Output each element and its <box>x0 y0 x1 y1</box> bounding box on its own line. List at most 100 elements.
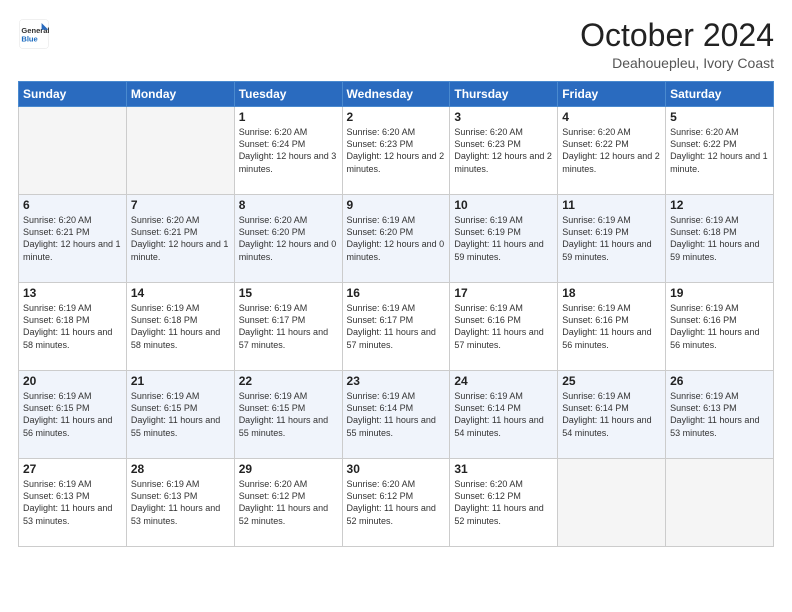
day-number: 9 <box>347 198 446 212</box>
day-number: 6 <box>23 198 122 212</box>
day-number: 11 <box>562 198 661 212</box>
cell-text: Sunrise: 6:19 AM Sunset: 6:15 PM Dayligh… <box>131 390 230 439</box>
weekday-header-friday: Friday <box>558 82 666 107</box>
calendar-cell: 5 Sunrise: 6:20 AM Sunset: 6:22 PM Daylig… <box>666 107 774 195</box>
calendar-cell: 31 Sunrise: 6:20 AM Sunset: 6:12 PM Dayli… <box>450 459 558 547</box>
calendar: SundayMondayTuesdayWednesdayThursdayFrid… <box>18 81 774 547</box>
calendar-cell: 1Sunrise: 6:20 AM Sunset: 6:24 PM Daylig… <box>234 107 342 195</box>
calendar-cell: 28 Sunrise: 6:19 AM Sunset: 6:13 PM Dayli… <box>126 459 234 547</box>
weekday-header-thursday: Thursday <box>450 82 558 107</box>
calendar-cell: 9 Sunrise: 6:19 AM Sunset: 6:20 PM Daylig… <box>342 195 450 283</box>
calendar-cell: 19 Sunrise: 6:19 AM Sunset: 6:16 PM Dayli… <box>666 283 774 371</box>
calendar-cell: 11 Sunrise: 6:19 AM Sunset: 6:19 PM Dayli… <box>558 195 666 283</box>
calendar-cell: 27Sunrise: 6:19 AM Sunset: 6:13 PM Dayli… <box>19 459 127 547</box>
calendar-cell: 20Sunrise: 6:19 AM Sunset: 6:15 PM Dayli… <box>19 371 127 459</box>
weekday-header-monday: Monday <box>126 82 234 107</box>
calendar-cell: 30 Sunrise: 6:20 AM Sunset: 6:12 PM Dayli… <box>342 459 450 547</box>
calendar-cell: 8 Sunrise: 6:20 AM Sunset: 6:20 PM Daylig… <box>234 195 342 283</box>
day-number: 5 <box>670 110 769 124</box>
cell-text: Sunrise: 6:19 AM Sunset: 6:18 PM Dayligh… <box>670 214 769 263</box>
calendar-cell: 29 Sunrise: 6:20 AM Sunset: 6:12 PM Dayli… <box>234 459 342 547</box>
cell-text: Sunrise: 6:19 AM Sunset: 6:16 PM Dayligh… <box>670 302 769 351</box>
calendar-week-2: 6 Sunrise: 6:20 AM Sunset: 6:21 PM Daylig… <box>19 195 774 283</box>
day-number: 2 <box>347 110 446 124</box>
title-block: October 2024 Deahouepleu, Ivory Coast <box>580 18 774 71</box>
cell-text: Sunrise: 6:20 AM Sunset: 6:20 PM Dayligh… <box>239 214 338 263</box>
day-number: 28 <box>131 462 230 476</box>
cell-text: Sunrise: 6:20 AM Sunset: 6:12 PM Dayligh… <box>347 478 446 527</box>
calendar-cell: 26 Sunrise: 6:19 AM Sunset: 6:13 PM Dayli… <box>666 371 774 459</box>
day-number: 8 <box>239 198 338 212</box>
cell-text: Sunrise: 6:19 AM Sunset: 6:16 PM Dayligh… <box>454 302 553 351</box>
weekday-header-saturday: Saturday <box>666 82 774 107</box>
cell-text: Sunrise: 6:20 AM Sunset: 6:23 PM Dayligh… <box>347 126 446 175</box>
calendar-cell: 13 Sunrise: 6:19 AM Sunset: 6:18 PM Dayli… <box>19 283 127 371</box>
cell-text: Sunrise: 6:19 AM Sunset: 6:19 PM Dayligh… <box>562 214 661 263</box>
cell-text: Sunrise: 6:19 AM Sunset: 6:20 PM Dayligh… <box>347 214 446 263</box>
cell-text: Sunrise: 6:20 AM Sunset: 6:12 PM Dayligh… <box>239 478 338 527</box>
page: General Blue October 2024 Deahouepleu, I… <box>0 0 792 612</box>
calendar-cell: 2 Sunrise: 6:20 AM Sunset: 6:23 PM Daylig… <box>342 107 450 195</box>
cell-text: Sunrise: 6:20 AM Sunset: 6:12 PM Dayligh… <box>454 478 553 527</box>
calendar-cell: 4 Sunrise: 6:20 AM Sunset: 6:22 PM Daylig… <box>558 107 666 195</box>
calendar-cell <box>558 459 666 547</box>
day-number: 23 <box>347 374 446 388</box>
cell-text: Sunrise: 6:19 AM Sunset: 6:15 PM Dayligh… <box>23 390 122 439</box>
cell-text: Sunrise: 6:20 AM Sunset: 6:21 PM Dayligh… <box>131 214 230 263</box>
header: General Blue October 2024 Deahouepleu, I… <box>18 18 774 71</box>
cell-text: Sunrise: 6:20 AM Sunset: 6:22 PM Dayligh… <box>562 126 661 175</box>
day-number: 3 <box>454 110 553 124</box>
calendar-cell: 18Sunrise: 6:19 AM Sunset: 6:16 PM Dayli… <box>558 283 666 371</box>
day-number: 19 <box>670 286 769 300</box>
logo-icon: General Blue <box>18 18 50 50</box>
cell-text: Sunrise: 6:19 AM Sunset: 6:14 PM Dayligh… <box>562 390 661 439</box>
day-number: 1 <box>239 110 338 124</box>
calendar-cell: 10Sunrise: 6:19 AM Sunset: 6:19 PM Dayli… <box>450 195 558 283</box>
svg-text:Blue: Blue <box>21 35 37 44</box>
calendar-week-5: 27 Sunrise: 6:19 AM Sunset: 6:13 PM Dayli… <box>19 459 774 547</box>
calendar-cell: 24Sunrise: 6:19 AM Sunset: 6:14 PM Dayli… <box>450 371 558 459</box>
day-number: 4 <box>562 110 661 124</box>
cell-text: Sunrise: 6:19 AM Sunset: 6:15 PM Dayligh… <box>239 390 338 439</box>
calendar-cell <box>666 459 774 547</box>
calendar-week-3: 13 Sunrise: 6:19 AM Sunset: 6:18 PM Dayli… <box>19 283 774 371</box>
calendar-cell <box>126 107 234 195</box>
day-number: 26 <box>670 374 769 388</box>
day-number: 29 <box>239 462 338 476</box>
calendar-cell: 16 Sunrise: 6:19 AM Sunset: 6:17 PM Dayli… <box>342 283 450 371</box>
calendar-cell <box>19 107 127 195</box>
calendar-cell: 21Sunrise: 6:19 AM Sunset: 6:15 PM Dayli… <box>126 371 234 459</box>
cell-text: Sunrise: 6:19 AM Sunset: 6:17 PM Dayligh… <box>347 302 446 351</box>
calendar-cell: 6 Sunrise: 6:20 AM Sunset: 6:21 PM Daylig… <box>19 195 127 283</box>
weekday-header-row: SundayMondayTuesdayWednesdayThursdayFrid… <box>19 82 774 107</box>
cell-text: Sunrise: 6:19 AM Sunset: 6:13 PM Dayligh… <box>131 478 230 527</box>
day-number: 15 <box>239 286 338 300</box>
day-number: 10 <box>454 198 553 212</box>
calendar-cell: 17Sunrise: 6:19 AM Sunset: 6:16 PM Dayli… <box>450 283 558 371</box>
cell-text: Sunrise: 6:20 AM Sunset: 6:21 PM Dayligh… <box>23 214 122 263</box>
calendar-week-4: 20Sunrise: 6:19 AM Sunset: 6:15 PM Dayli… <box>19 371 774 459</box>
cell-text: Sunrise: 6:19 AM Sunset: 6:18 PM Dayligh… <box>23 302 122 351</box>
weekday-header-wednesday: Wednesday <box>342 82 450 107</box>
day-number: 7 <box>131 198 230 212</box>
cell-text: Sunrise: 6:19 AM Sunset: 6:14 PM Dayligh… <box>454 390 553 439</box>
calendar-cell: 3Sunrise: 6:20 AM Sunset: 6:23 PM Daylig… <box>450 107 558 195</box>
day-number: 18 <box>562 286 661 300</box>
calendar-cell: 15 Sunrise: 6:19 AM Sunset: 6:17 PM Dayli… <box>234 283 342 371</box>
cell-text: Sunrise: 6:19 AM Sunset: 6:18 PM Dayligh… <box>131 302 230 351</box>
day-number: 31 <box>454 462 553 476</box>
cell-text: Sunrise: 6:19 AM Sunset: 6:17 PM Dayligh… <box>239 302 338 351</box>
day-number: 12 <box>670 198 769 212</box>
day-number: 16 <box>347 286 446 300</box>
calendar-cell: 25Sunrise: 6:19 AM Sunset: 6:14 PM Dayli… <box>558 371 666 459</box>
calendar-cell: 14 Sunrise: 6:19 AM Sunset: 6:18 PM Dayli… <box>126 283 234 371</box>
day-number: 13 <box>23 286 122 300</box>
calendar-cell: 12 Sunrise: 6:19 AM Sunset: 6:18 PM Dayli… <box>666 195 774 283</box>
cell-text: Sunrise: 6:19 AM Sunset: 6:13 PM Dayligh… <box>670 390 769 439</box>
day-number: 27 <box>23 462 122 476</box>
cell-text: Sunrise: 6:20 AM Sunset: 6:22 PM Dayligh… <box>670 126 769 175</box>
day-number: 14 <box>131 286 230 300</box>
day-number: 30 <box>347 462 446 476</box>
month-title: October 2024 <box>580 18 774 53</box>
calendar-cell: 7 Sunrise: 6:20 AM Sunset: 6:21 PM Daylig… <box>126 195 234 283</box>
